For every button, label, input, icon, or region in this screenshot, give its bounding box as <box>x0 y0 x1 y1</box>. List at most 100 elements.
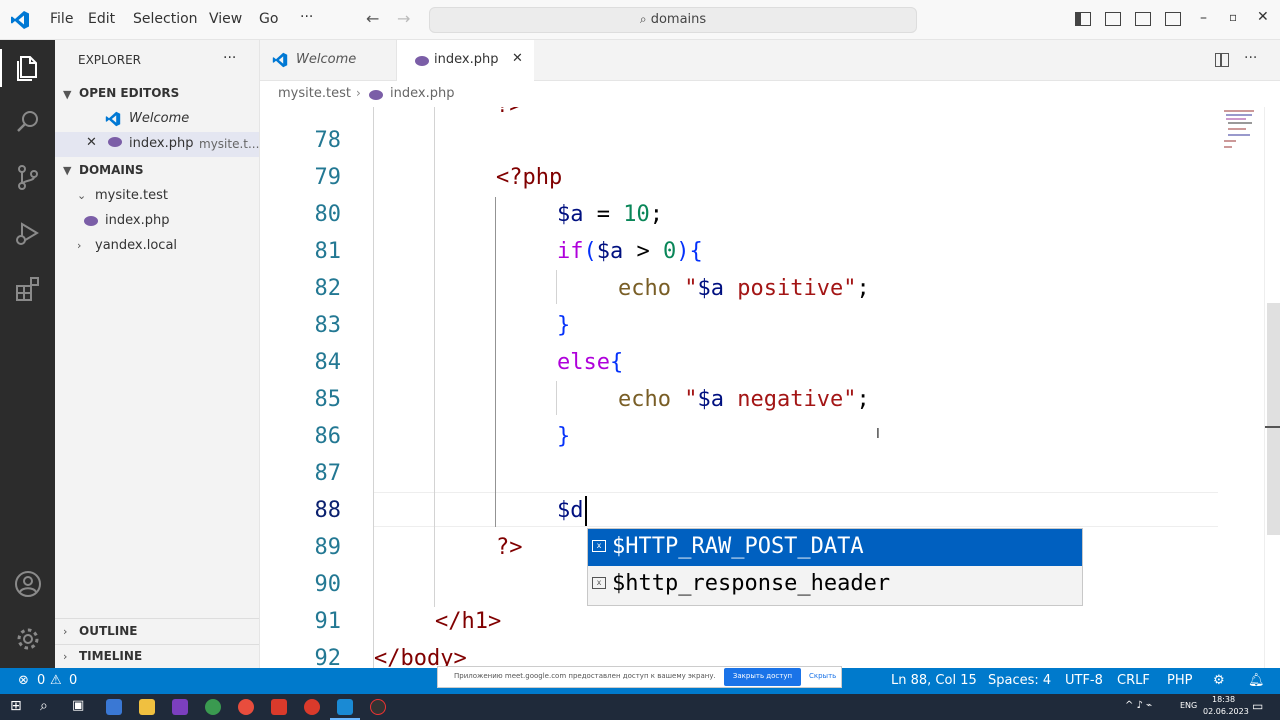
explorer-more-icon[interactable]: ··· <box>223 50 236 66</box>
store-app-icon[interactable] <box>106 699 122 715</box>
action-center-icon[interactable]: ▭ <box>1252 699 1263 713</box>
php-file-icon <box>415 56 429 66</box>
run-debug-icon[interactable] <box>12 217 44 249</box>
tree-item-mysite-test[interactable]: mysite.test <box>95 188 168 203</box>
customize-layout-icon[interactable] <box>1165 12 1181 26</box>
tab-index-php[interactable]: index.php ✕ <box>397 40 534 82</box>
error-icon[interactable]: ⊗ <box>18 673 29 688</box>
windows-start-icon[interactable]: ⊞ <box>10 698 22 714</box>
task-view-icon[interactable]: ▣ <box>72 698 84 713</box>
minimize-icon[interactable]: – <box>1200 10 1207 26</box>
breadcrumb-folder[interactable]: mysite.test <box>278 86 351 101</box>
split-editor-icon[interactable] <box>1215 53 1229 67</box>
code-line: <?php <box>496 165 563 190</box>
encoding[interactable]: UTF-8 <box>1065 673 1103 688</box>
line-number: 81 <box>314 239 342 264</box>
line-number: 90 <box>314 572 342 597</box>
outline-header[interactable]: OUTLINE <box>79 624 137 638</box>
menu-go[interactable]: Go <box>259 11 278 27</box>
tab-label: index.php <box>434 52 499 67</box>
menu-file[interactable]: File <box>50 11 73 27</box>
chevron-right-icon[interactable]: › <box>63 650 67 663</box>
menu-view[interactable]: View <box>209 11 242 27</box>
file-explorer-icon[interactable] <box>139 699 155 715</box>
hide-button[interactable]: Скрыть <box>809 672 836 680</box>
explorer-sidebar: EXPLORER ··· ▼ OPEN EDITORS Welcome ✕ in… <box>55 40 260 668</box>
stop-sharing-button[interactable]: Закрыть доступ <box>724 668 801 686</box>
explorer-icon[interactable] <box>12 52 44 84</box>
extensions-icon[interactable] <box>12 273 44 305</box>
variable-symbol-icon: x <box>592 577 606 589</box>
clock-date[interactable]: 02.06.2023 <box>1203 707 1249 716</box>
warning-count[interactable]: 0 <box>69 673 77 688</box>
maximize-icon[interactable]: ▫ <box>1229 10 1237 24</box>
input-language[interactable]: ENG <box>1180 701 1197 710</box>
suggestion-item-selected[interactable]: x $HTTP_RAW_POST_DATA <box>588 529 1082 566</box>
warning-icon[interactable]: ⚠ <box>50 673 62 688</box>
yandex-browser-icon[interactable] <box>304 699 320 715</box>
toggle-sidebar-icon[interactable] <box>1075 12 1091 26</box>
visual-studio-icon[interactable] <box>172 699 188 715</box>
stop-sharing-label: Закрыть доступ <box>732 672 793 680</box>
chevron-right-icon[interactable]: › <box>77 239 81 252</box>
forward-arrow-icon[interactable]: → <box>397 9 410 28</box>
indent-guide <box>556 381 557 415</box>
menu-selection[interactable]: Selection <box>133 11 198 27</box>
minimap[interactable] <box>1222 108 1262 150</box>
domains-folder-header[interactable]: DOMAINS <box>79 163 144 177</box>
open-editor-welcome[interactable]: Welcome <box>55 107 259 132</box>
source-control-icon[interactable] <box>12 161 44 193</box>
close-window-icon[interactable]: ✕ <box>1257 9 1269 25</box>
close-tab-icon[interactable]: ✕ <box>512 51 523 66</box>
vscode-file-icon <box>105 111 121 127</box>
line-number: 79 <box>314 165 342 190</box>
notifications-bell-icon[interactable]: 🔔︎ <box>1248 673 1265 688</box>
close-icon[interactable]: ✕ <box>86 135 97 150</box>
open-editor-index-php[interactable]: ✕ index.php mysite.t... <box>55 132 259 157</box>
menu-edit[interactable]: Edit <box>88 11 115 27</box>
open-editor-label: index.php <box>129 136 194 151</box>
editor-more-icon[interactable]: ··· <box>1244 50 1257 66</box>
line-number: 80 <box>314 202 342 227</box>
code-line: echo "$a negative"; <box>618 387 870 412</box>
command-center-search[interactable]: ⌕ domains <box>429 7 917 33</box>
tray-icons[interactable]: ^ ♪ ⌁ <box>1125 700 1152 711</box>
breadcrumb-file[interactable]: index.php <box>390 86 454 101</box>
browser-edge-icon[interactable] <box>205 699 221 715</box>
tree-item-yandex-local[interactable]: yandex.local <box>95 238 177 253</box>
clock-time[interactable]: 18:38 <box>1212 695 1235 704</box>
editor-vertical-scrollbar[interactable] <box>1264 107 1280 668</box>
timeline-header[interactable]: TIMELINE <box>79 649 142 663</box>
yandex-icon[interactable] <box>271 699 287 715</box>
error-count[interactable]: 0 <box>37 673 45 688</box>
settings-gear-icon[interactable] <box>12 623 44 655</box>
feedback-icon[interactable]: ⚙ <box>1213 673 1225 688</box>
chevron-down-icon[interactable]: ▼ <box>63 88 71 101</box>
breadcrumb: mysite.test › index.php <box>260 81 1280 107</box>
obs-icon[interactable] <box>370 699 386 715</box>
chevron-right-icon[interactable]: › <box>63 625 67 638</box>
chevron-down-icon[interactable]: ⌄ <box>77 189 86 202</box>
tab-welcome[interactable]: Welcome <box>260 40 397 81</box>
indentation[interactable]: Spaces: 4 <box>988 673 1051 688</box>
language-mode[interactable]: PHP <box>1167 673 1192 688</box>
back-arrow-icon[interactable]: ← <box>366 9 379 28</box>
scrollbar-thumb[interactable] <box>1267 303 1280 535</box>
vscode-taskbar-icon[interactable] <box>337 699 353 715</box>
tab-label: Welcome <box>296 52 357 67</box>
taskbar-search-icon[interactable]: ⌕ <box>40 698 48 714</box>
menu-more[interactable]: ··· <box>300 9 313 25</box>
search-sidebar-icon[interactable] <box>12 106 44 138</box>
cursor-position[interactable]: Ln 88, Col 15 <box>891 673 977 688</box>
account-icon[interactable] <box>12 568 44 600</box>
open-editors-header[interactable]: OPEN EDITORS <box>79 86 179 100</box>
suggestion-item[interactable]: x $http_response_header <box>588 567 1082 604</box>
chrome-icon[interactable] <box>238 699 254 715</box>
code-line: echo "$a positive"; <box>618 276 870 301</box>
toggle-panel-icon[interactable] <box>1105 12 1121 26</box>
toggle-secondary-sidebar-icon[interactable] <box>1135 12 1151 26</box>
line-ending[interactable]: CRLF <box>1117 673 1150 688</box>
chevron-down-icon[interactable]: ▼ <box>63 164 71 177</box>
tree-item-index-php[interactable]: index.php <box>105 213 169 228</box>
code-line-current: $d <box>557 498 584 523</box>
